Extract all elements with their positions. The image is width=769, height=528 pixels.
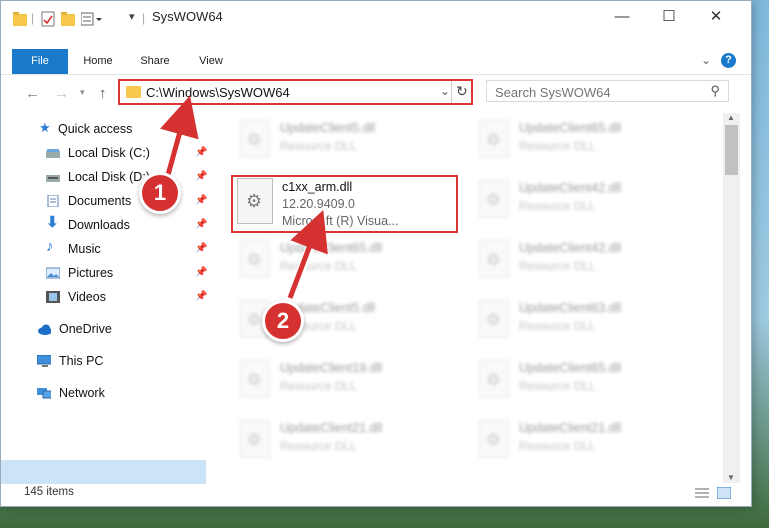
annotation-arrows [160,95,328,300]
arrow-2 [287,209,328,299]
arrow-1 [160,95,199,176]
step-1-badge: 1 [139,172,181,214]
step-2-badge: 2 [262,300,304,342]
